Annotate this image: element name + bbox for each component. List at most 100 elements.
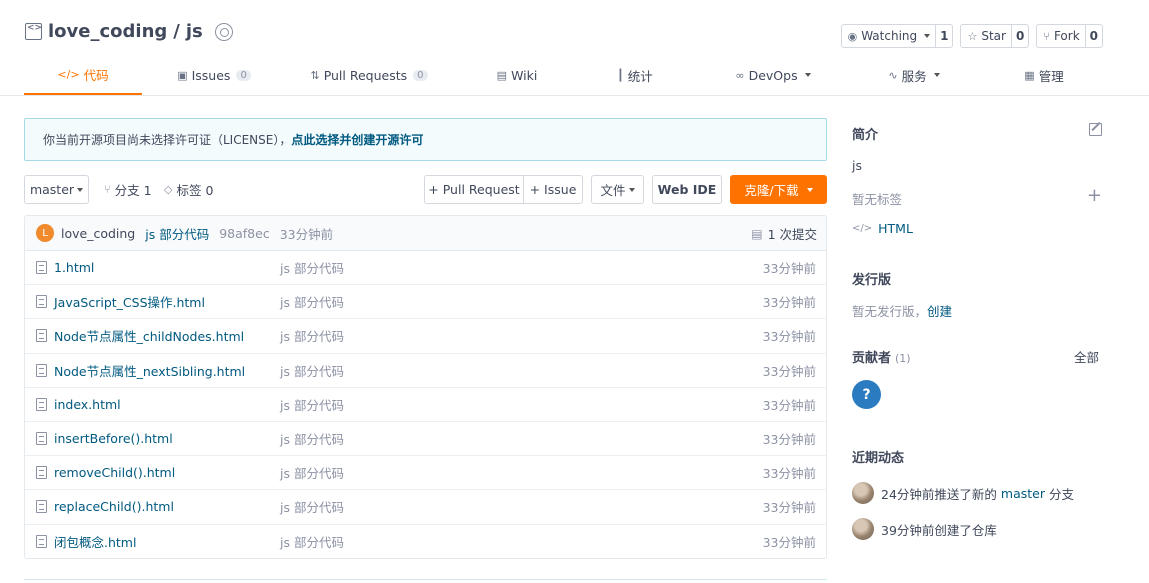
fork-count[interactable]: 0: [1084, 25, 1102, 47]
new-pull-request-button[interactable]: + Pull Request: [424, 175, 524, 204]
file-name-link[interactable]: index.html: [54, 397, 121, 412]
repo-owner-link[interactable]: love_coding: [48, 21, 167, 42]
tags-link[interactable]: ◇ 标签 0: [164, 175, 213, 204]
watch-button[interactable]: ◉ Watching 1: [840, 24, 954, 48]
file-icon: [36, 329, 47, 343]
new-issue-button[interactable]: + Issue: [523, 175, 583, 204]
repo-badge-icon[interactable]: [214, 22, 233, 41]
repo-toolbar: master ⑂ 分支 1 ◇ 标签 0 + Pull Request + Is…: [24, 175, 827, 204]
contributor-avatar[interactable]: ?: [852, 380, 881, 409]
files-dropdown-label: 文件: [600, 183, 626, 198]
edit-icon[interactable]: [1089, 123, 1102, 136]
clone-download-label: 克隆/下载: [744, 183, 799, 198]
fork-icon: ⑂: [1043, 29, 1050, 43]
settings-doc-icon: ▦: [1024, 68, 1035, 82]
create-license-link[interactable]: 点此选择并创建开源许可: [291, 131, 423, 148]
activity-branch-link[interactable]: master: [1001, 486, 1045, 501]
tab-label: Pull Requests: [323, 67, 408, 83]
author-avatar[interactable]: L: [36, 224, 54, 242]
add-tag-icon[interactable]: +: [1087, 187, 1102, 205]
repo-actions: ◉ Watching 1 ☆ Star 0 ⑂ Fork 0: [840, 24, 1103, 48]
tags-label: 标签 0: [176, 183, 214, 198]
star-count[interactable]: 0: [1010, 25, 1028, 47]
language-label: HTML: [878, 221, 913, 236]
all-contributors-link[interactable]: 全部: [1074, 347, 1099, 366]
file-commit-message[interactable]: js 部分代码: [280, 292, 344, 311]
file-icon: [36, 397, 47, 411]
commit-count-link[interactable]: ▤ 1 次提交: [751, 216, 817, 251]
file-name-link[interactable]: insertBefore().html: [54, 431, 173, 446]
tab-devops[interactable]: ∞ DevOps: [724, 55, 822, 95]
chevron-down-icon: [628, 187, 635, 192]
files-dropdown[interactable]: 文件: [591, 175, 644, 204]
repo-tabs: </> 代码 ▣ Issues 0 ⇅ Pull Requests 0 ▤ Wi…: [24, 55, 1104, 95]
tab-label: Issues: [191, 67, 231, 83]
latest-commit-bar: L love_coding js 部分代码 98af8ec 33分钟前 ▤ 1 …: [25, 216, 826, 251]
chevron-down-icon: [924, 34, 931, 38]
user-avatar[interactable]: [852, 518, 874, 540]
file-commit-message[interactable]: js 部分代码: [280, 497, 344, 516]
clone-download-button[interactable]: 克隆/下载: [730, 175, 827, 204]
issues-count-badge: 0: [236, 69, 251, 81]
file-icon: [36, 500, 47, 514]
create-release-link[interactable]: 创建: [927, 304, 952, 319]
activity-suffix: 分支: [1049, 486, 1075, 502]
no-tags-text: 暂无标签: [852, 192, 903, 207]
fork-label: Fork: [1053, 29, 1080, 43]
file-commit-message[interactable]: js 部分代码: [280, 532, 344, 551]
tab-issues[interactable]: ▣ Issues 0: [169, 55, 259, 95]
file-commit-message[interactable]: js 部分代码: [280, 326, 344, 345]
branch-select[interactable]: master: [24, 175, 89, 204]
file-name-link[interactable]: Node节点属性_nextSibling.html: [54, 361, 245, 380]
language-item[interactable]: </> HTML: [852, 221, 913, 236]
file-name-link[interactable]: replaceChild().html: [54, 499, 174, 514]
commit-author-link[interactable]: love_coding: [61, 226, 135, 241]
release-title: 发行版: [852, 273, 892, 288]
repo-name-link[interactable]: js: [186, 21, 203, 42]
tab-manage[interactable]: ▦ 管理: [1014, 55, 1074, 95]
watch-count[interactable]: 1: [935, 25, 952, 47]
chevron-down-icon: [804, 73, 811, 77]
file-commit-message[interactable]: js 部分代码: [280, 429, 344, 448]
tab-stats[interactable]: ┃ 统计: [602, 55, 668, 95]
tab-label: 管理: [1038, 68, 1064, 84]
pulse-icon: ∿: [888, 68, 898, 82]
intro-text: js: [852, 158, 862, 173]
fork-button[interactable]: ⑂ Fork 0: [1036, 24, 1103, 48]
user-avatar[interactable]: [852, 482, 874, 504]
web-ide-button[interactable]: Web IDE: [652, 175, 722, 204]
star-icon: ☆: [967, 29, 978, 43]
file-name-link[interactable]: 闭包概念.html: [54, 532, 136, 551]
bar-chart-icon: ┃: [617, 68, 624, 82]
star-button[interactable]: ☆ Star 0: [960, 24, 1030, 48]
tab-pull-requests[interactable]: ⇅ Pull Requests 0: [309, 55, 429, 95]
file-icon: [36, 432, 47, 446]
commit-message-link[interactable]: js 部分代码: [145, 224, 209, 243]
activity-title: 近期动态: [852, 451, 905, 466]
tab-services[interactable]: ∿ 服务: [879, 55, 949, 95]
chevron-down-icon: [933, 73, 940, 77]
commit-time: 33分钟前: [279, 226, 334, 242]
file-name-link[interactable]: JavaScript_CSS操作.html: [54, 292, 205, 311]
file-name-link[interactable]: 1.html: [54, 260, 94, 275]
tab-code[interactable]: </> 代码: [24, 55, 142, 95]
branches-link[interactable]: ⑂ 分支 1: [104, 175, 152, 204]
file-commit-message[interactable]: js 部分代码: [280, 395, 344, 414]
tab-wiki[interactable]: ▤ Wiki: [484, 55, 550, 95]
file-time: 33分钟前: [762, 261, 816, 277]
commit-sha-link[interactable]: 98af8ec: [219, 226, 269, 241]
code-icon: </>: [852, 223, 873, 234]
repo-code-icon: [25, 23, 42, 40]
chevron-down-icon: [806, 187, 813, 192]
file-commit-message[interactable]: js 部分代码: [280, 361, 344, 380]
file-time: 33分钟前: [762, 295, 816, 311]
file-icon: [36, 261, 47, 275]
chevron-down-icon: [77, 187, 84, 192]
intro-section: 简介: [852, 124, 1102, 143]
pull-requests-count-badge: 0: [413, 69, 428, 81]
file-name-link[interactable]: Node节点属性_childNodes.html: [54, 326, 244, 345]
file-commit-message[interactable]: js 部分代码: [280, 258, 344, 277]
repo-title-separator: /: [173, 21, 180, 42]
file-name-link[interactable]: removeChild().html: [54, 465, 175, 480]
file-commit-message[interactable]: js 部分代码: [280, 463, 344, 482]
